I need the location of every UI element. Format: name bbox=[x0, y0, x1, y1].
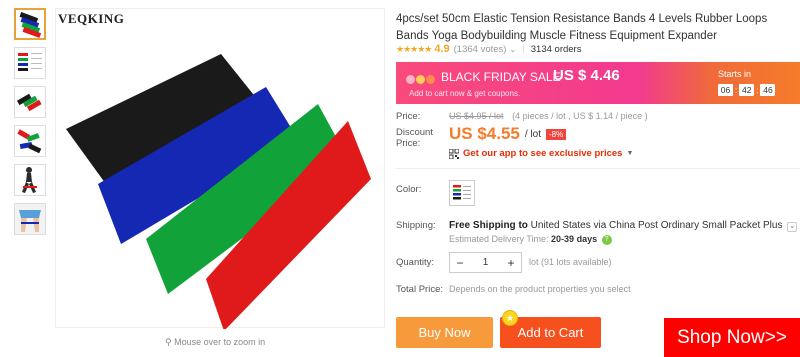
sale-label: BLACK FRIDAY SALE bbox=[441, 70, 561, 84]
divider: | bbox=[522, 43, 525, 55]
app-prices-link[interactable]: Get our app to see exclusive prices bbox=[463, 148, 622, 159]
estimated-delivery: Estimated Delivery Time: 20-39 days ? bbox=[449, 234, 612, 245]
product-details: 4pcs/set 50cm Elastic Tension Resistance… bbox=[396, 0, 800, 357]
quantity-stepper: − 1 + bbox=[449, 252, 522, 273]
lots-available: lot (91 lots available) bbox=[529, 257, 612, 267]
color-label: Color: bbox=[396, 184, 422, 195]
rating-row: ★★★★★ 4.9 (1364 votes) ⌄ | 3134 orders bbox=[396, 43, 581, 55]
shop-now-button[interactable]: Shop Now>> bbox=[664, 318, 800, 357]
product-title: 4pcs/set 50cm Elastic Tension Resistance… bbox=[396, 13, 768, 42]
zoom-hint: ⚲ Mouse over to zoom in bbox=[165, 337, 265, 348]
thumbnail-bands-fan[interactable] bbox=[14, 86, 46, 118]
estimated-delivery-label: Estimated Delivery Time: bbox=[449, 234, 549, 244]
discount-price: US $4.55 bbox=[449, 124, 520, 143]
timer-seconds: 46 bbox=[760, 84, 776, 96]
original-price-value: US $4.95 / lot bbox=[449, 111, 504, 121]
resistance-bands-image bbox=[66, 54, 371, 331]
app-exclusive-prices[interactable]: Get our app to see exclusive prices ▼ bbox=[449, 148, 633, 159]
buy-now-button[interactable]: Buy Now bbox=[396, 317, 493, 348]
color-swatch-icon bbox=[453, 185, 471, 200]
thumbnail-chart[interactable] bbox=[14, 47, 46, 79]
bands-pile-thumbnail-icon bbox=[17, 129, 42, 154]
thumbnail-legs[interactable] bbox=[14, 203, 46, 235]
discount-price-label: Discount Price: bbox=[396, 127, 433, 149]
star-rating-icon: ★★★★★ bbox=[396, 43, 432, 54]
caret-down-icon: ▼ bbox=[626, 150, 634, 157]
legs-thumbnail-icon bbox=[15, 204, 45, 234]
original-price: US $4.95 / lot (4 pieces / lot , US $ 1.… bbox=[449, 111, 648, 121]
discount-price-row: US $4.55 / lot -8% bbox=[449, 124, 567, 144]
magnifier-icon: ⚲ bbox=[165, 337, 172, 347]
total-price-note: Depends on the product properties you se… bbox=[449, 284, 631, 294]
shipping-info[interactable]: Free Shipping to United States via China… bbox=[449, 220, 798, 232]
price-label: Price: bbox=[396, 111, 421, 122]
per-lot-unit: / lot bbox=[524, 128, 542, 140]
section-divider bbox=[396, 168, 800, 169]
discount-badge: -8% bbox=[546, 128, 567, 140]
color-option-swatch[interactable] bbox=[449, 180, 475, 206]
brand-logo: VEQKING bbox=[58, 11, 125, 26]
estimated-delivery-unit: days bbox=[576, 234, 598, 244]
increase-quantity-button[interactable]: + bbox=[501, 256, 521, 270]
product-page: VEQKING ⚲ Mouse over to zoom in 4pcs/set… bbox=[0, 0, 800, 357]
quantity-input[interactable]: 1 bbox=[470, 257, 501, 268]
countdown-timer: 06 : 42 : 46 bbox=[718, 84, 776, 96]
bands-thumbnail-icon bbox=[19, 12, 42, 38]
timer-minutes: 42 bbox=[739, 84, 755, 96]
vote-count[interactable]: (1364 votes) bbox=[454, 44, 507, 55]
question-icon[interactable]: ? bbox=[601, 234, 612, 245]
rating-score: 4.9 bbox=[434, 43, 450, 55]
thumbnail-list bbox=[14, 8, 48, 242]
thumbnail-bands[interactable] bbox=[14, 8, 46, 40]
order-count: 3134 orders bbox=[530, 43, 582, 55]
shipping-label: Shipping: bbox=[396, 220, 436, 231]
sale-dots-icon bbox=[406, 71, 436, 89]
qr-code-icon bbox=[449, 148, 459, 159]
thumbnail-bands-pile[interactable] bbox=[14, 125, 46, 157]
thumbnail-person-exercise[interactable] bbox=[14, 164, 46, 196]
main-product-image[interactable] bbox=[55, 8, 385, 331]
timer-hours: 06 bbox=[718, 84, 733, 96]
sale-price: US $ 4.46 bbox=[553, 67, 620, 84]
chevron-down-icon[interactable]: ⌄ bbox=[509, 45, 516, 54]
quantity-label: Quantity: bbox=[396, 257, 435, 268]
coin-icon: ★ bbox=[502, 310, 518, 326]
original-price-detail: (4 pieces / lot , US $ 1.14 / piece ) bbox=[512, 111, 648, 121]
person-exercise-thumbnail-icon bbox=[22, 167, 37, 193]
zoom-hint-text: Mouse over to zoom in bbox=[174, 337, 266, 347]
bands-fan-thumbnail-icon bbox=[16, 93, 42, 112]
estimated-delivery-value: 20-39 bbox=[551, 234, 575, 244]
black-friday-banner: BLACK FRIDAY SALE US $ 4.46 Add to cart … bbox=[396, 62, 800, 104]
shipping-destination: United States via China Post Ordinary Sm… bbox=[530, 220, 783, 231]
chart-thumbnail-icon bbox=[18, 53, 42, 71]
chevron-down-icon[interactable]: ⌄ bbox=[787, 222, 798, 232]
free-shipping-text: Free Shipping to bbox=[449, 220, 528, 231]
sale-subtitle: Add to cart now & get coupons. bbox=[409, 89, 521, 98]
starts-in-label: Starts in bbox=[718, 69, 752, 79]
decrease-quantity-button[interactable]: − bbox=[450, 256, 470, 270]
total-price-label: Total Price: bbox=[396, 284, 443, 295]
